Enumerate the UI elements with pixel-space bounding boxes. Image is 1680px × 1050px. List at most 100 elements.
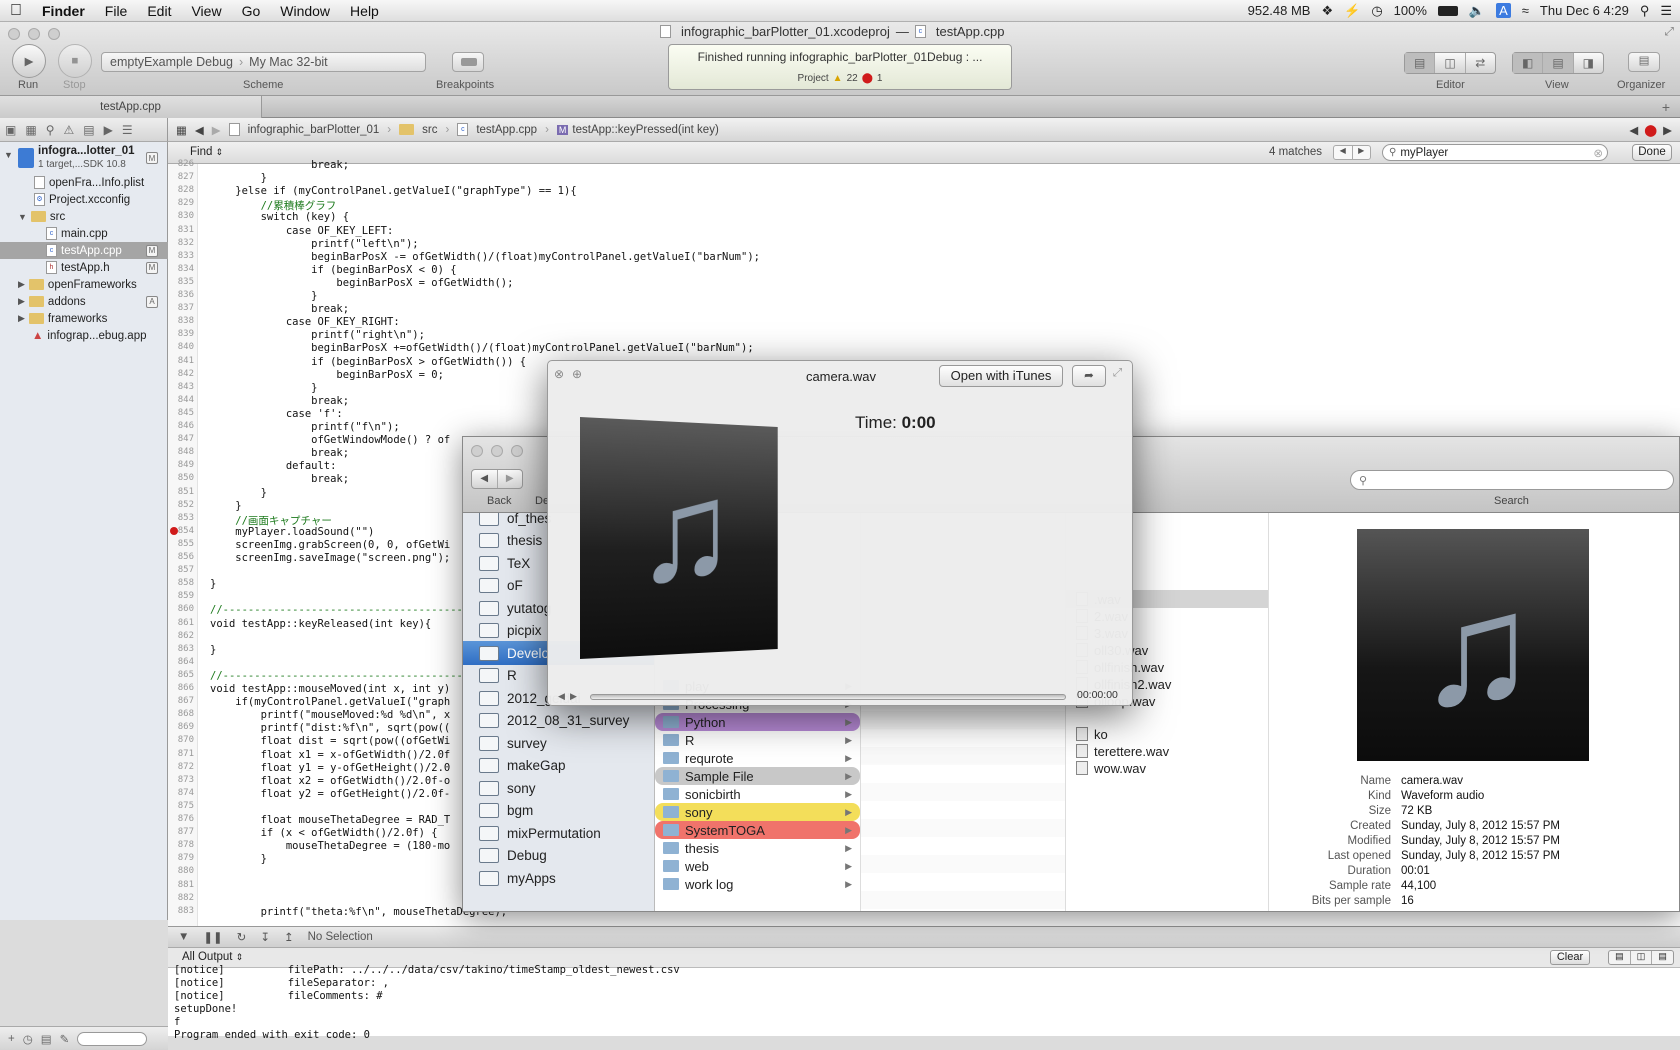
column-item[interactable]: thesis ▶ <box>655 839 860 857</box>
code-line[interactable]: printf("mouseMoved:%d %d\n", x <box>210 709 450 721</box>
code-line[interactable]: break; <box>210 159 349 171</box>
time-machine-icon[interactable]: ◷ <box>1371 3 1382 19</box>
tab-testapp-cpp[interactable]: testApp.cpp <box>0 96 262 118</box>
line-number[interactable]: 837 <box>168 303 194 313</box>
code-line[interactable]: break; <box>210 303 349 315</box>
line-number[interactable]: 850 <box>168 473 194 483</box>
line-number-gutter[interactable]: 826 827 828 829 830 831 832 833 834 835 836 837 838 8… <box>168 164 198 926</box>
sidebar-item[interactable]: Debug <box>463 844 655 868</box>
file-item[interactable]: wow.wav <box>1066 759 1268 777</box>
input-source-icon[interactable]: A <box>1496 3 1511 18</box>
code-line[interactable]: printf("right\n"); <box>210 329 425 341</box>
line-number[interactable]: 859 <box>168 591 194 601</box>
code-line[interactable]: case 'f': <box>210 408 343 420</box>
code-line[interactable]: //--------------------------------------… <box>210 604 501 616</box>
disclosure-open-icon[interactable]: ▼ <box>18 212 27 222</box>
zoom-window-button[interactable] <box>511 445 523 457</box>
minimize-window-button[interactable] <box>491 445 503 457</box>
code-line[interactable]: } <box>210 172 267 184</box>
line-number[interactable]: 831 <box>168 225 194 235</box>
previous-issue-icon[interactable]: ◀ <box>1629 123 1638 137</box>
next-match-icon[interactable]: ▶ <box>1353 146 1371 159</box>
line-number[interactable]: 828 <box>168 185 194 195</box>
line-number[interactable]: 882 <box>168 893 194 903</box>
dropbox-icon[interactable]: ❖ <box>1321 3 1333 19</box>
code-line[interactable]: void testApp::keyReleased(int key){ <box>210 618 431 630</box>
sidebar-item[interactable]: 2012_08_31_survey <box>463 709 655 733</box>
menu-app-name[interactable]: Finder <box>32 3 95 19</box>
evernote-icon[interactable]: ⚡ <box>1344 3 1360 19</box>
code-line[interactable]: void testApp::mouseMoved(int x, int y) <box>210 683 450 695</box>
line-number[interactable]: 845 <box>168 408 194 418</box>
search-navigator-icon[interactable]: ⚲ <box>46 123 55 137</box>
breakpoints-button[interactable] <box>452 52 484 72</box>
code-line[interactable]: }else if (myControlPanel.getValueI("grap… <box>210 185 577 197</box>
nav-group-openframeworks[interactable]: ▶ openFrameworks <box>0 276 168 293</box>
line-number[interactable]: 874 <box>168 788 194 798</box>
code-line[interactable]: case OF_KEY_LEFT: <box>210 225 393 237</box>
menu-help[interactable]: Help <box>340 3 389 19</box>
sidebar-item[interactable]: survey <box>463 731 655 755</box>
code-line[interactable]: case OF_KEY_RIGHT: <box>210 316 400 328</box>
sidebar-item[interactable]: sony <box>463 776 655 800</box>
menu-window[interactable]: Window <box>270 3 340 19</box>
column-item[interactable]: R ▶ <box>655 731 860 749</box>
code-line[interactable]: float mouseThetaDegree = RAD_T <box>210 814 450 826</box>
find-query[interactable]: myPlayer <box>1400 147 1448 159</box>
related-items-icon[interactable]: ▦ <box>176 123 187 137</box>
line-number[interactable]: 862 <box>168 631 194 641</box>
nav-item-app-product[interactable]: ▲ infograp...ebug.app <box>0 327 168 344</box>
line-number[interactable]: 841 <box>168 356 194 366</box>
zoom-window-button[interactable] <box>48 28 60 40</box>
code-line[interactable]: screenImg.saveImage("screen.png"); <box>210 552 450 564</box>
apple-icon[interactable]:  <box>0 2 32 20</box>
menu-go[interactable]: Go <box>232 3 271 19</box>
line-number[interactable]: 877 <box>168 827 194 837</box>
step-out-icon[interactable]: ↥ <box>284 930 294 944</box>
column-item[interactable]: SystemTOGA ▶ <box>655 821 860 839</box>
line-number[interactable]: 840 <box>168 342 194 352</box>
disclosure-closed-icon[interactable]: ▶ <box>18 279 25 290</box>
line-number[interactable]: 852 <box>168 500 194 510</box>
column-item[interactable]: web ▶ <box>655 857 860 875</box>
battery-percent[interactable]: 100% <box>1394 3 1427 18</box>
nav-item-testapp-cpp[interactable]: c testApp.cpp M <box>0 242 168 259</box>
column-item[interactable]: Python ▶ <box>655 713 860 731</box>
sidebar-item[interactable]: mixPermutation <box>463 821 655 845</box>
next-issue-icon[interactable]: ▶ <box>1663 123 1672 137</box>
disclosure-open-icon[interactable]: ▼ <box>4 150 13 160</box>
forward-arrow-icon[interactable]: ▶ <box>212 123 221 137</box>
line-number[interactable]: 865 <box>168 670 194 680</box>
code-line[interactable]: myPlayer.loadSound("") <box>210 526 374 538</box>
run-button[interactable]: ▶ <box>12 44 46 78</box>
nav-group-src[interactable]: ▼ src <box>0 208 168 225</box>
battery-icon[interactable] <box>1438 6 1458 16</box>
nav-item-xcconfig[interactable]: ⚙ Project.xcconfig <box>0 191 168 208</box>
sidebar-item[interactable]: makeGap <box>463 754 655 778</box>
menu-view[interactable]: View <box>181 3 231 19</box>
code-line[interactable]: if (beginBarPosX > ofGetWidth()) { <box>210 356 526 368</box>
code-line[interactable]: float y2 = ofGetHeight()/2.0f- <box>210 788 450 800</box>
line-number[interactable]: 868 <box>168 709 194 719</box>
line-number[interactable]: 881 <box>168 880 194 890</box>
line-number[interactable]: 863 <box>168 644 194 654</box>
find-mode-selector[interactable]: Find ⇕ <box>190 146 223 158</box>
volume-icon[interactable]: 🔈 <box>1469 3 1485 19</box>
hide-debug-area-icon[interactable]: ▼ <box>178 931 189 943</box>
play-icon[interactable]: ▶ <box>570 691 577 702</box>
standard-editor-icon[interactable]: ▤ <box>1405 53 1435 73</box>
line-number[interactable]: 846 <box>168 421 194 431</box>
issue-badge-icon[interactable]: ⬤ <box>1644 123 1657 137</box>
line-number[interactable]: 857 <box>168 565 194 575</box>
menu-file[interactable]: File <box>95 3 138 19</box>
column-item[interactable]: work log ▶ <box>655 875 860 893</box>
code-line[interactable]: default: <box>210 460 336 472</box>
nav-item-info-plist[interactable]: openFra...Info.plist <box>0 174 168 191</box>
scheme-target[interactable]: emptyExample Debug <box>110 55 233 69</box>
step-into-icon[interactable]: ↧ <box>260 930 270 944</box>
output-selector[interactable]: All Output ⇕ <box>182 951 243 963</box>
code-line[interactable]: if (beginBarPosX < 0) { <box>210 264 457 276</box>
step-over-icon[interactable]: ↻ <box>237 930 247 944</box>
assistant-editor-icon[interactable]: ◫ <box>1435 53 1465 73</box>
line-number[interactable]: 855 <box>168 539 194 549</box>
